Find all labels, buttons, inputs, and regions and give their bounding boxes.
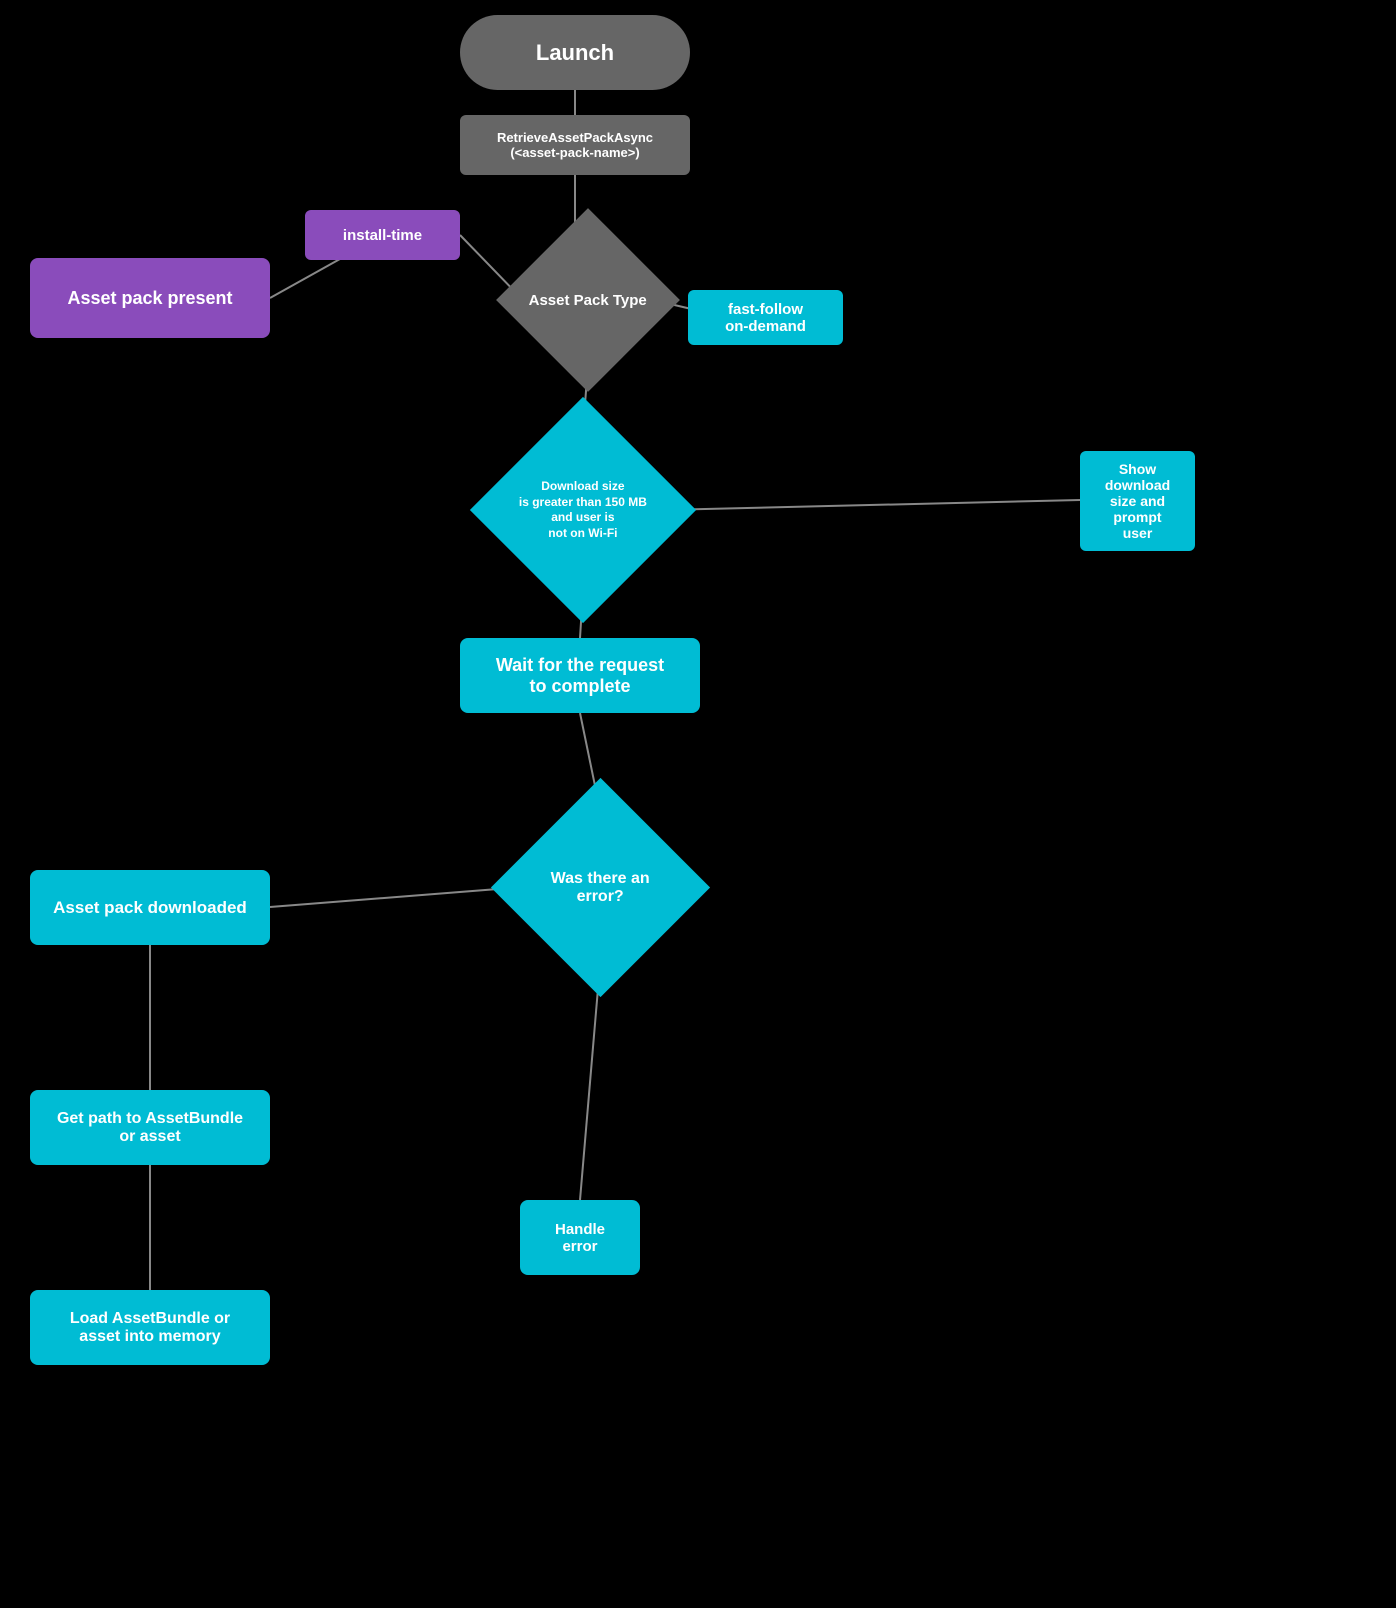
asset-pack-present-label: Asset pack present [67, 288, 232, 309]
asset-pack-type-diamond: Asset Pack Type [496, 208, 680, 392]
asset-pack-downloaded-node: Asset pack downloaded [30, 870, 270, 945]
flowchart: Launch RetrieveAssetPackAsync(<asset-pac… [0, 0, 1396, 1608]
retrieve-label: RetrieveAssetPackAsync(<asset-pack-name>… [497, 130, 653, 160]
show-download-node: Showdownloadsize andpromptuser [1080, 451, 1195, 551]
was-error-diamond: Was there anerror? [491, 778, 710, 997]
asset-pack-downloaded-label: Asset pack downloaded [53, 898, 247, 918]
asset-pack-type-label: Asset Pack Type [529, 292, 647, 309]
asset-pack-present-node: Asset pack present [30, 258, 270, 338]
launch-label: Launch [536, 40, 614, 66]
download-size-diamond: Download sizeis greater than 150 MBand u… [470, 397, 696, 623]
install-time-label: install-time [343, 227, 422, 244]
launch-node: Launch [460, 15, 690, 90]
install-time-node: install-time [305, 210, 460, 260]
get-path-node: Get path to AssetBundleor asset [30, 1090, 270, 1165]
load-assetbundle-label: Load AssetBundle orasset into memory [70, 1310, 230, 1346]
handle-error-label: Handleerror [555, 1221, 605, 1255]
get-path-label: Get path to AssetBundleor asset [57, 1110, 243, 1146]
was-error-label: Was there anerror? [551, 870, 650, 906]
retrieve-node: RetrieveAssetPackAsync(<asset-pack-name>… [460, 115, 690, 175]
handle-error-node: Handleerror [520, 1200, 640, 1275]
load-assetbundle-node: Load AssetBundle orasset into memory [30, 1290, 270, 1365]
fast-follow-label: fast-followon-demand [725, 301, 806, 335]
download-size-label: Download sizeis greater than 150 MBand u… [519, 479, 647, 541]
wait-node: Wait for the requestto complete [460, 638, 700, 713]
show-download-label: Showdownloadsize andpromptuser [1105, 461, 1170, 541]
fast-follow-node: fast-followon-demand [688, 290, 843, 345]
wait-label: Wait for the requestto complete [496, 655, 664, 697]
